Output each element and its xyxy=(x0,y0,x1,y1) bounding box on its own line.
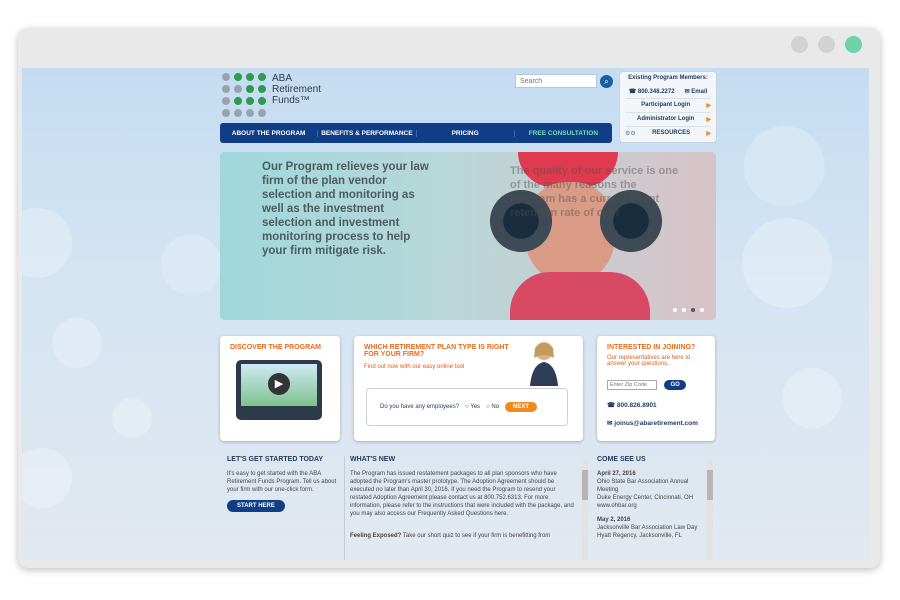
main-nav: ABOUT THE PROGRAM BENEFITS & PERFORMANCE… xyxy=(220,123,612,143)
divider xyxy=(344,456,345,560)
no-radio[interactable]: ○ No xyxy=(486,404,499,410)
arrow-icon: ▶ xyxy=(706,117,711,123)
resources-link[interactable]: ⚙⚙ RESOURCES ▶ xyxy=(625,127,711,140)
slider-dot[interactable] xyxy=(673,308,677,312)
nav-consultation[interactable]: FREE CONSULTATION xyxy=(515,130,612,137)
come-see-us-section: COME SEE US April 27, 2016 Ohio State Ba… xyxy=(597,456,707,540)
news-text: The Program has issued restatement packa… xyxy=(350,471,574,517)
window-control-dot[interactable] xyxy=(791,36,808,53)
nav-pricing[interactable]: PRICING xyxy=(417,129,515,137)
email-link[interactable]: ✉ Email xyxy=(685,88,708,95)
video-player[interactable]: ▶ xyxy=(236,360,322,420)
administrator-login-link[interactable]: Administrator Login ▶ xyxy=(625,113,711,127)
arrow-icon: ▶ xyxy=(706,103,711,109)
feeling-exposed-item: Feeling Exposed? Take our short quiz to … xyxy=(350,533,551,539)
hero-text: Our Program relieves your law firm of th… xyxy=(262,161,429,257)
get-started-section: LET'S GET STARTED TODAY It's easy to get… xyxy=(227,456,337,512)
hero-image-shirt xyxy=(510,272,650,320)
discover-card: DISCOVER THE PROGRAM ▶ xyxy=(220,336,340,441)
card-title: WHICH RETIREMENT PLAN TYPE IS RIGHT FOR … xyxy=(364,344,509,358)
slider-dots xyxy=(673,308,704,312)
play-icon[interactable]: ▶ xyxy=(268,373,290,395)
join-card: INTERESTED IN JOINING? Our representativ… xyxy=(597,336,715,441)
section-text: It's easy to get started with the ABA Re… xyxy=(227,471,337,493)
members-panel: Existing Program Members: ☎ 800.348.2272… xyxy=(619,71,717,143)
yes-radio[interactable]: ○ Yes xyxy=(465,404,480,410)
members-title: Existing Program Members: xyxy=(628,75,708,81)
nav-benefits[interactable]: BENEFITS & PERFORMANCE xyxy=(318,129,417,137)
plan-type-card: WHICH RETIREMENT PLAN TYPE IS RIGHT FOR … xyxy=(354,336,583,441)
window-control-dot[interactable] xyxy=(845,36,862,53)
zip-code-input[interactable] xyxy=(607,380,657,390)
event-item: May 2, 2016 Jacksonville Bar Association… xyxy=(597,517,698,539)
join-email[interactable]: ✉ joinus@abaretirement.com xyxy=(607,419,705,427)
card-title: INTERESTED IN JOINING? xyxy=(607,344,696,351)
page-viewport: ABA Retirement Funds™ ⌕ Existing Program… xyxy=(22,68,869,560)
logo-text: ABA Retirement Funds™ xyxy=(272,73,321,106)
event-link[interactable]: www.ohbar.org xyxy=(597,502,707,510)
card-title: DISCOVER THE PROGRAM xyxy=(230,344,322,351)
nav-about[interactable]: ABOUT THE PROGRAM xyxy=(220,129,319,137)
join-phone[interactable]: ☎ 800.826.8901 xyxy=(607,401,705,409)
start-here-button[interactable]: START HERE xyxy=(227,500,285,512)
phone-link[interactable]: ☎ 800.348.2272 xyxy=(629,88,675,95)
hero-fading-text: The quality of our service is one of the… xyxy=(510,165,679,219)
news-scrollbar[interactable] xyxy=(582,460,588,560)
window-control-dot[interactable] xyxy=(818,36,835,53)
section-title: COME SEE US xyxy=(597,456,646,463)
feeling-exposed-link[interactable]: Feeling Exposed? xyxy=(350,533,401,539)
arrow-icon: ▶ xyxy=(706,131,711,137)
events-scrollbar[interactable] xyxy=(707,460,713,560)
slider-dot[interactable] xyxy=(682,308,686,312)
advisor-photo xyxy=(530,342,558,386)
search-input[interactable] xyxy=(515,74,597,88)
go-button[interactable]: GO xyxy=(664,380,686,390)
browser-window: ABA Retirement Funds™ ⌕ Existing Program… xyxy=(18,28,880,568)
hero-banner[interactable]: The quality of our service is one of the… xyxy=(220,152,716,320)
gear-icon: ⚙⚙ xyxy=(625,131,636,137)
slider-dot[interactable] xyxy=(691,308,695,312)
search-icon[interactable]: ⌕ xyxy=(600,75,613,88)
card-subtitle: Our representatives are here to answer y… xyxy=(607,355,691,367)
quiz-question: Do you have any employees? xyxy=(380,404,460,410)
whats-new-section: WHAT'S NEW The Program has issued restat… xyxy=(350,456,575,540)
site-logo[interactable]: ABA Retirement Funds™ xyxy=(222,73,322,117)
window-controls xyxy=(791,36,862,53)
participant-login-link[interactable]: Participant Login ▶ xyxy=(625,99,711,113)
section-title: WHAT'S NEW xyxy=(350,456,396,463)
section-title: LET'S GET STARTED TODAY xyxy=(227,456,324,463)
event-item: April 27, 2016 Ohio State Bar Associatio… xyxy=(597,470,707,510)
slider-dot[interactable] xyxy=(700,308,704,312)
employee-quiz: Do you have any employees? ○ Yes ○ No NE… xyxy=(366,388,568,426)
next-button[interactable]: NEXT xyxy=(505,402,538,412)
logo-dots-icon xyxy=(222,73,266,117)
